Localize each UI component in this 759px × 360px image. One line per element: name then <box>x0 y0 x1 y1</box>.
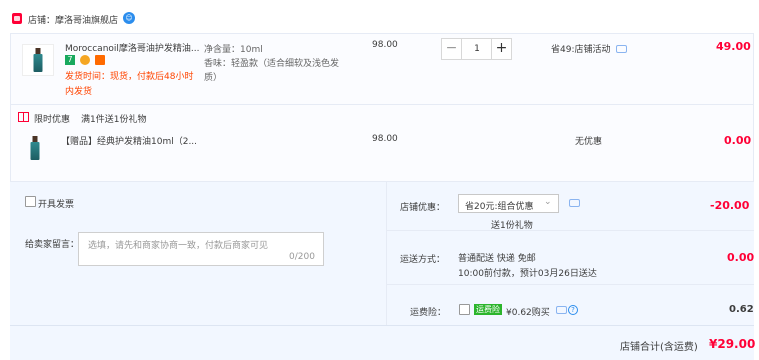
memo-counter: 0/200 <box>289 252 315 262</box>
gift-item-title[interactable]: 【赠品】经典护发精油10ml（2... <box>61 134 197 147</box>
item-subtotal: 49.00 <box>716 40 751 53</box>
shipping-amount: 0.00 <box>727 251 755 264</box>
item-promo: 省49:店铺活动 <box>551 45 611 55</box>
delivery-time: 发货时间：现货，付款后48小时 <box>65 72 194 82</box>
shipping-label: 运送方式： <box>400 255 446 265</box>
product-thumbnail[interactable] <box>22 44 54 76</box>
sku-scent-cont: 质） <box>204 73 223 83</box>
service-icons: 7 <box>65 55 107 66</box>
increase-button[interactable]: + <box>491 39 511 59</box>
insurance-amount: 0.62 <box>729 304 754 315</box>
invoice-checkbox[interactable] <box>25 196 36 207</box>
seven-day-return-icon: 7 <box>65 55 75 65</box>
shop-discount-label: 店铺优惠： <box>400 203 446 213</box>
invoice-label: 开具发票 <box>38 200 75 210</box>
delivery-time-cont: 内发货 <box>65 87 93 97</box>
bottle-image <box>33 48 43 72</box>
wangwang-chat-icon[interactable]: ☺ <box>123 12 135 24</box>
divider <box>11 104 753 105</box>
insurance-label: 运费险： <box>410 308 447 318</box>
decrease-button[interactable]: − <box>442 39 462 59</box>
divider <box>386 284 754 285</box>
shop-name[interactable]: 店铺：摩洛哥油旗舰店 <box>28 13 118 26</box>
unit-price: 98.00 <box>372 40 398 50</box>
order-options-panel <box>10 182 754 360</box>
sku-scent: 香味：轻盈款（适合细软及浅色发 <box>204 59 340 69</box>
discount-info-icon[interactable] <box>569 199 580 207</box>
shop-discount-amount: -20.00 <box>710 199 750 212</box>
gift-bottle-image <box>30 136 40 160</box>
product-title[interactable]: Moroccanoil摩洛哥油护发精油... <box>65 41 200 54</box>
vertical-divider <box>386 182 387 325</box>
total-label: 店铺合计(含运费) <box>620 342 698 353</box>
divider <box>386 230 754 231</box>
insurance-badge: 运费险 <box>474 304 502 315</box>
shop-discount-note: 送1份礼物 <box>491 221 533 231</box>
quantity-input[interactable]: 1 <box>463 39 491 59</box>
badge-icon <box>79 55 90 65</box>
gift-thumbnail[interactable] <box>24 133 46 163</box>
quantity-stepper: − 1 + <box>441 38 512 60</box>
card-icon <box>94 55 105 65</box>
insurance-price: ¥0.62购买 <box>506 308 550 318</box>
sku-net-content: 净含量：10ml <box>204 45 263 55</box>
shop-discount-selected: 省20元:组合优惠 <box>465 202 534 212</box>
insurance-chat-icon[interactable] <box>556 306 567 314</box>
shop-flag-icon <box>12 13 22 24</box>
gift-promo-condition: 满1件送1份礼物 <box>81 115 147 125</box>
gift-icon <box>18 112 29 122</box>
gift-promo-title: 限时优惠 <box>34 115 71 125</box>
chevron-down-icon: ⌄ <box>544 197 552 207</box>
order-items-box <box>10 33 754 182</box>
help-icon[interactable]: ? <box>568 305 578 315</box>
memo-label: 给卖家留言： <box>25 240 80 250</box>
gift-promo: 无优惠 <box>575 137 603 147</box>
promo-info-icon[interactable] <box>616 45 627 53</box>
divider <box>10 325 754 326</box>
shop-discount-select[interactable]: 省20元:组合优惠 ⌄ <box>458 194 559 213</box>
shipping-eta: 10:00前付款，预计03月26日送达 <box>458 269 597 279</box>
shipping-method: 普通配送 快递 免邮 <box>458 254 536 264</box>
total-amount: ¥29.00 <box>709 337 756 351</box>
gift-subtotal: 0.00 <box>724 134 752 147</box>
memo-placeholder: 选填，请先和商家协商一致，付款后商家可见 <box>88 241 269 251</box>
gift-unit-price: 98.00 <box>372 134 398 144</box>
insurance-checkbox[interactable] <box>459 304 470 315</box>
